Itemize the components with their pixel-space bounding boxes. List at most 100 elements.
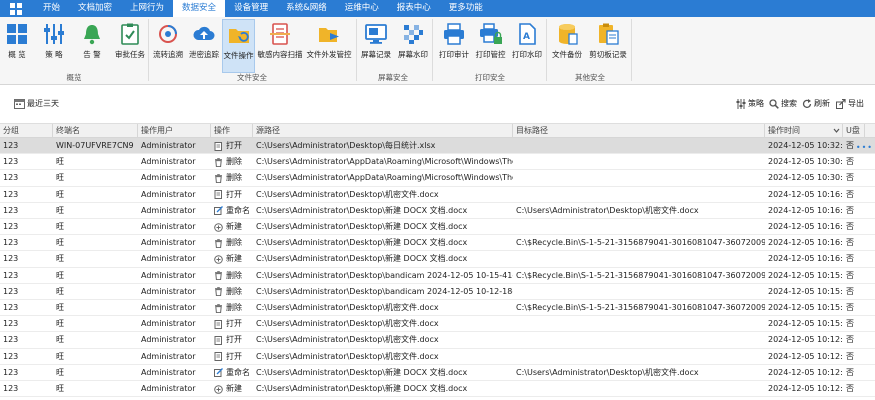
table-row[interactable]: 123 旺 Administrator 删除 C:\Users\Administrato… (0, 170, 875, 187)
operation-label: 删除 (226, 173, 242, 183)
export-button[interactable]: 导出 (836, 98, 864, 109)
table-row[interactable]: 123 旺 Administrator 删除 C:\Users\Administrato… (0, 154, 875, 171)
col-group-cell: 123 (3, 286, 19, 296)
table-row[interactable]: 123 旺 Administrator 新建 C:\Users\Administrato… (0, 219, 875, 236)
col-usb-cell: 否 (846, 335, 854, 345)
ribbon-button-label: 屏幕记录 (361, 50, 391, 59)
col-time-cell: 2024-12-05 10:16:11 (768, 238, 843, 248)
table-row[interactable]: 123 旺 Administrator 打开 C:\Users\Administrato… (0, 349, 875, 365)
calendar-icon (14, 99, 25, 109)
col-usb-cell: 否 (846, 384, 854, 393)
col-usb-cell: 否 (846, 303, 854, 312)
col-source-path-cell: C:\Users\Administrator\AppData\Roaming\M… (256, 157, 513, 167)
refresh-button[interactable]: 刷新 (802, 98, 830, 109)
col-source-path-cell: C:\Users\Administrator\AppData\Roaming\M… (256, 173, 513, 183)
rename-icon (214, 368, 226, 378)
menu-tab[interactable]: 上网行为 (121, 0, 173, 17)
table-row[interactable]: 123 旺 Administrator 打开 C:\Users\Administrato… (0, 187, 875, 203)
table-row[interactable]: 123 旺 Administrator 新建 C:\Users\Administrato… (0, 251, 875, 268)
operation-label: 打开 (226, 335, 242, 345)
col-user-cell: Administrator (141, 303, 196, 312)
ribbon-button-trace[interactable]: 流转追溯 (152, 19, 184, 73)
col-source-path-cell: C:\Users\Administrator\Desktop\bandicam … (256, 286, 513, 296)
menu-tab[interactable]: 设备管理 (225, 0, 277, 17)
ribbon-button-backup[interactable]: 文件备份 (551, 19, 583, 73)
menu-tab[interactable]: 报表中心 (388, 0, 440, 17)
strategy-label: 策略 (748, 99, 764, 108)
menu-tab[interactable]: 数据安全 (173, 0, 226, 17)
ribbon-button-folder-out[interactable]: 文件外发管控 (305, 19, 353, 73)
table-row[interactable]: 123 旺 Administrator 重命名 C:\Users\Administrat… (0, 365, 875, 381)
table-row[interactable]: 123 旺 Administrator 打开 C:\Users\Administrato… (0, 316, 875, 333)
table-body: 123 WIN-07UFVRE7CN9 Administrator 打开 C:\User… (0, 138, 875, 400)
ribbon-button-scan-doc[interactable]: 敏感内容扫描 (257, 19, 303, 73)
folder-out-icon (317, 22, 341, 46)
col-operation-cell: 删除 (211, 154, 253, 170)
ribbon-button-bell[interactable]: 告 警 (78, 19, 106, 73)
col-user-cell: Administrator (141, 367, 196, 377)
col-usb-cell: 否 (846, 254, 854, 264)
ribbon-button-watermark[interactable]: 屏幕水印 (396, 19, 430, 73)
trace-icon (156, 22, 180, 46)
ribbon-button-monitor[interactable]: 屏幕记录 (360, 19, 392, 73)
col-terminal-header[interactable]: 终端名 (53, 124, 138, 138)
table-row[interactable]: 123 旺 Administrator 重命名 C:\Users\Administrat… (0, 203, 875, 219)
ribbon-button-clipboard[interactable]: 剪切板记录 (587, 19, 629, 73)
ribbon-button-grid[interactable]: 概 览 (4, 19, 30, 73)
open-file-icon (214, 319, 226, 329)
col-usb-header[interactable]: U盘 (843, 124, 865, 138)
svg-text:A: A (523, 32, 530, 42)
col-time-cell: 2024-12-05 10:15:27 (768, 319, 843, 329)
ribbon-button-print-watermark[interactable]: A 打印水印 (511, 19, 543, 73)
table-row[interactable]: 123 旺 Administrator 新建 C:\Users\Administrato… (0, 381, 875, 398)
table-row[interactable]: 123 旺 Administrator 打开 C:\Users\Administrato… (0, 332, 875, 349)
ribbon-button-printer[interactable]: 打印审计 (438, 19, 470, 73)
col-group-cell: 123 (3, 303, 19, 312)
sort-descending-icon[interactable] (833, 127, 840, 134)
menu-tab[interactable]: 开始 (34, 0, 69, 17)
menu-tab[interactable]: 文档加密 (69, 0, 121, 17)
menu-tab[interactable]: 更多功能 (440, 0, 492, 17)
col-operation-cell: 删除 (211, 170, 253, 186)
printer-lock-icon (479, 22, 503, 46)
col-time-header[interactable]: 操作时间 (765, 124, 843, 138)
ribbon-button-cloud-upload[interactable]: 泄密追踪 (187, 19, 221, 73)
menu-tab[interactable]: 系统&网络 (277, 0, 336, 17)
search-button[interactable]: 搜索 (769, 98, 797, 109)
ribbon-button-label: 打印水印 (512, 50, 542, 59)
col-user-cell: Administrator (141, 238, 196, 248)
ribbon-button-strategy[interactable]: 策 略 (41, 19, 67, 73)
strategy-button[interactable]: 策略 (736, 98, 764, 109)
row-more-icon[interactable]: ••• (856, 143, 873, 152)
operation-label: 删除 (226, 157, 242, 167)
col-terminal-cell: 旺 (56, 367, 64, 377)
col-operation-header[interactable]: 操作 (211, 124, 253, 138)
ribbon-button-label: 打印审计 (439, 50, 469, 59)
col-source-path-cell: C:\Users\Administrator\Desktop\新建 DOCX 文… (256, 254, 468, 264)
date-range-button[interactable]: 最近三天 (14, 98, 59, 109)
ribbon-button-label: 告 警 (83, 50, 101, 59)
col-user-cell: Administrator (141, 254, 196, 264)
col-time-cell: 2024-12-05 10:15:34 (768, 286, 843, 296)
col-group-cell: 123 (3, 173, 19, 183)
table-row[interactable]: 123 WIN-07UFVRE7CN9 Administrator 打开 C:\User… (0, 138, 875, 155)
table-row[interactable]: 123 旺 Administrator 删除 C:\Users\Administrato… (0, 235, 875, 252)
ribbon-button-approval[interactable]: 审批任务 (114, 19, 146, 73)
col-operation-cell: 打开 (211, 316, 253, 332)
col-group-cell: 123 (3, 384, 19, 393)
ribbon-button-printer-lock[interactable]: 打印管控 (474, 19, 507, 73)
col-operation-cell: 新建 (211, 251, 253, 267)
table-row[interactable]: 123 旺 Administrator 删除 C:\Users\Administrato… (0, 268, 875, 284)
app-logo-icon (10, 0, 26, 17)
table-row[interactable]: 123 旺 Administrator 删除 C:\Users\Administrato… (0, 284, 875, 300)
col-group-header[interactable]: 分组 (0, 124, 53, 138)
add-circle-icon (214, 222, 226, 232)
col-group-cell: 123 (3, 335, 19, 345)
col-user-header[interactable]: 操作用户 (138, 124, 211, 138)
col-source-path-header[interactable]: 源路径 (253, 124, 513, 138)
table-row[interactable]: 123 旺 Administrator 删除 C:\Users\Administrato… (0, 300, 875, 317)
ribbon-button-folder[interactable]: 文件操作 (222, 19, 255, 73)
col-target-path-header[interactable]: 目标路径 (513, 124, 765, 138)
rename-icon (214, 206, 226, 216)
menu-tab[interactable]: 运维中心 (336, 0, 388, 17)
